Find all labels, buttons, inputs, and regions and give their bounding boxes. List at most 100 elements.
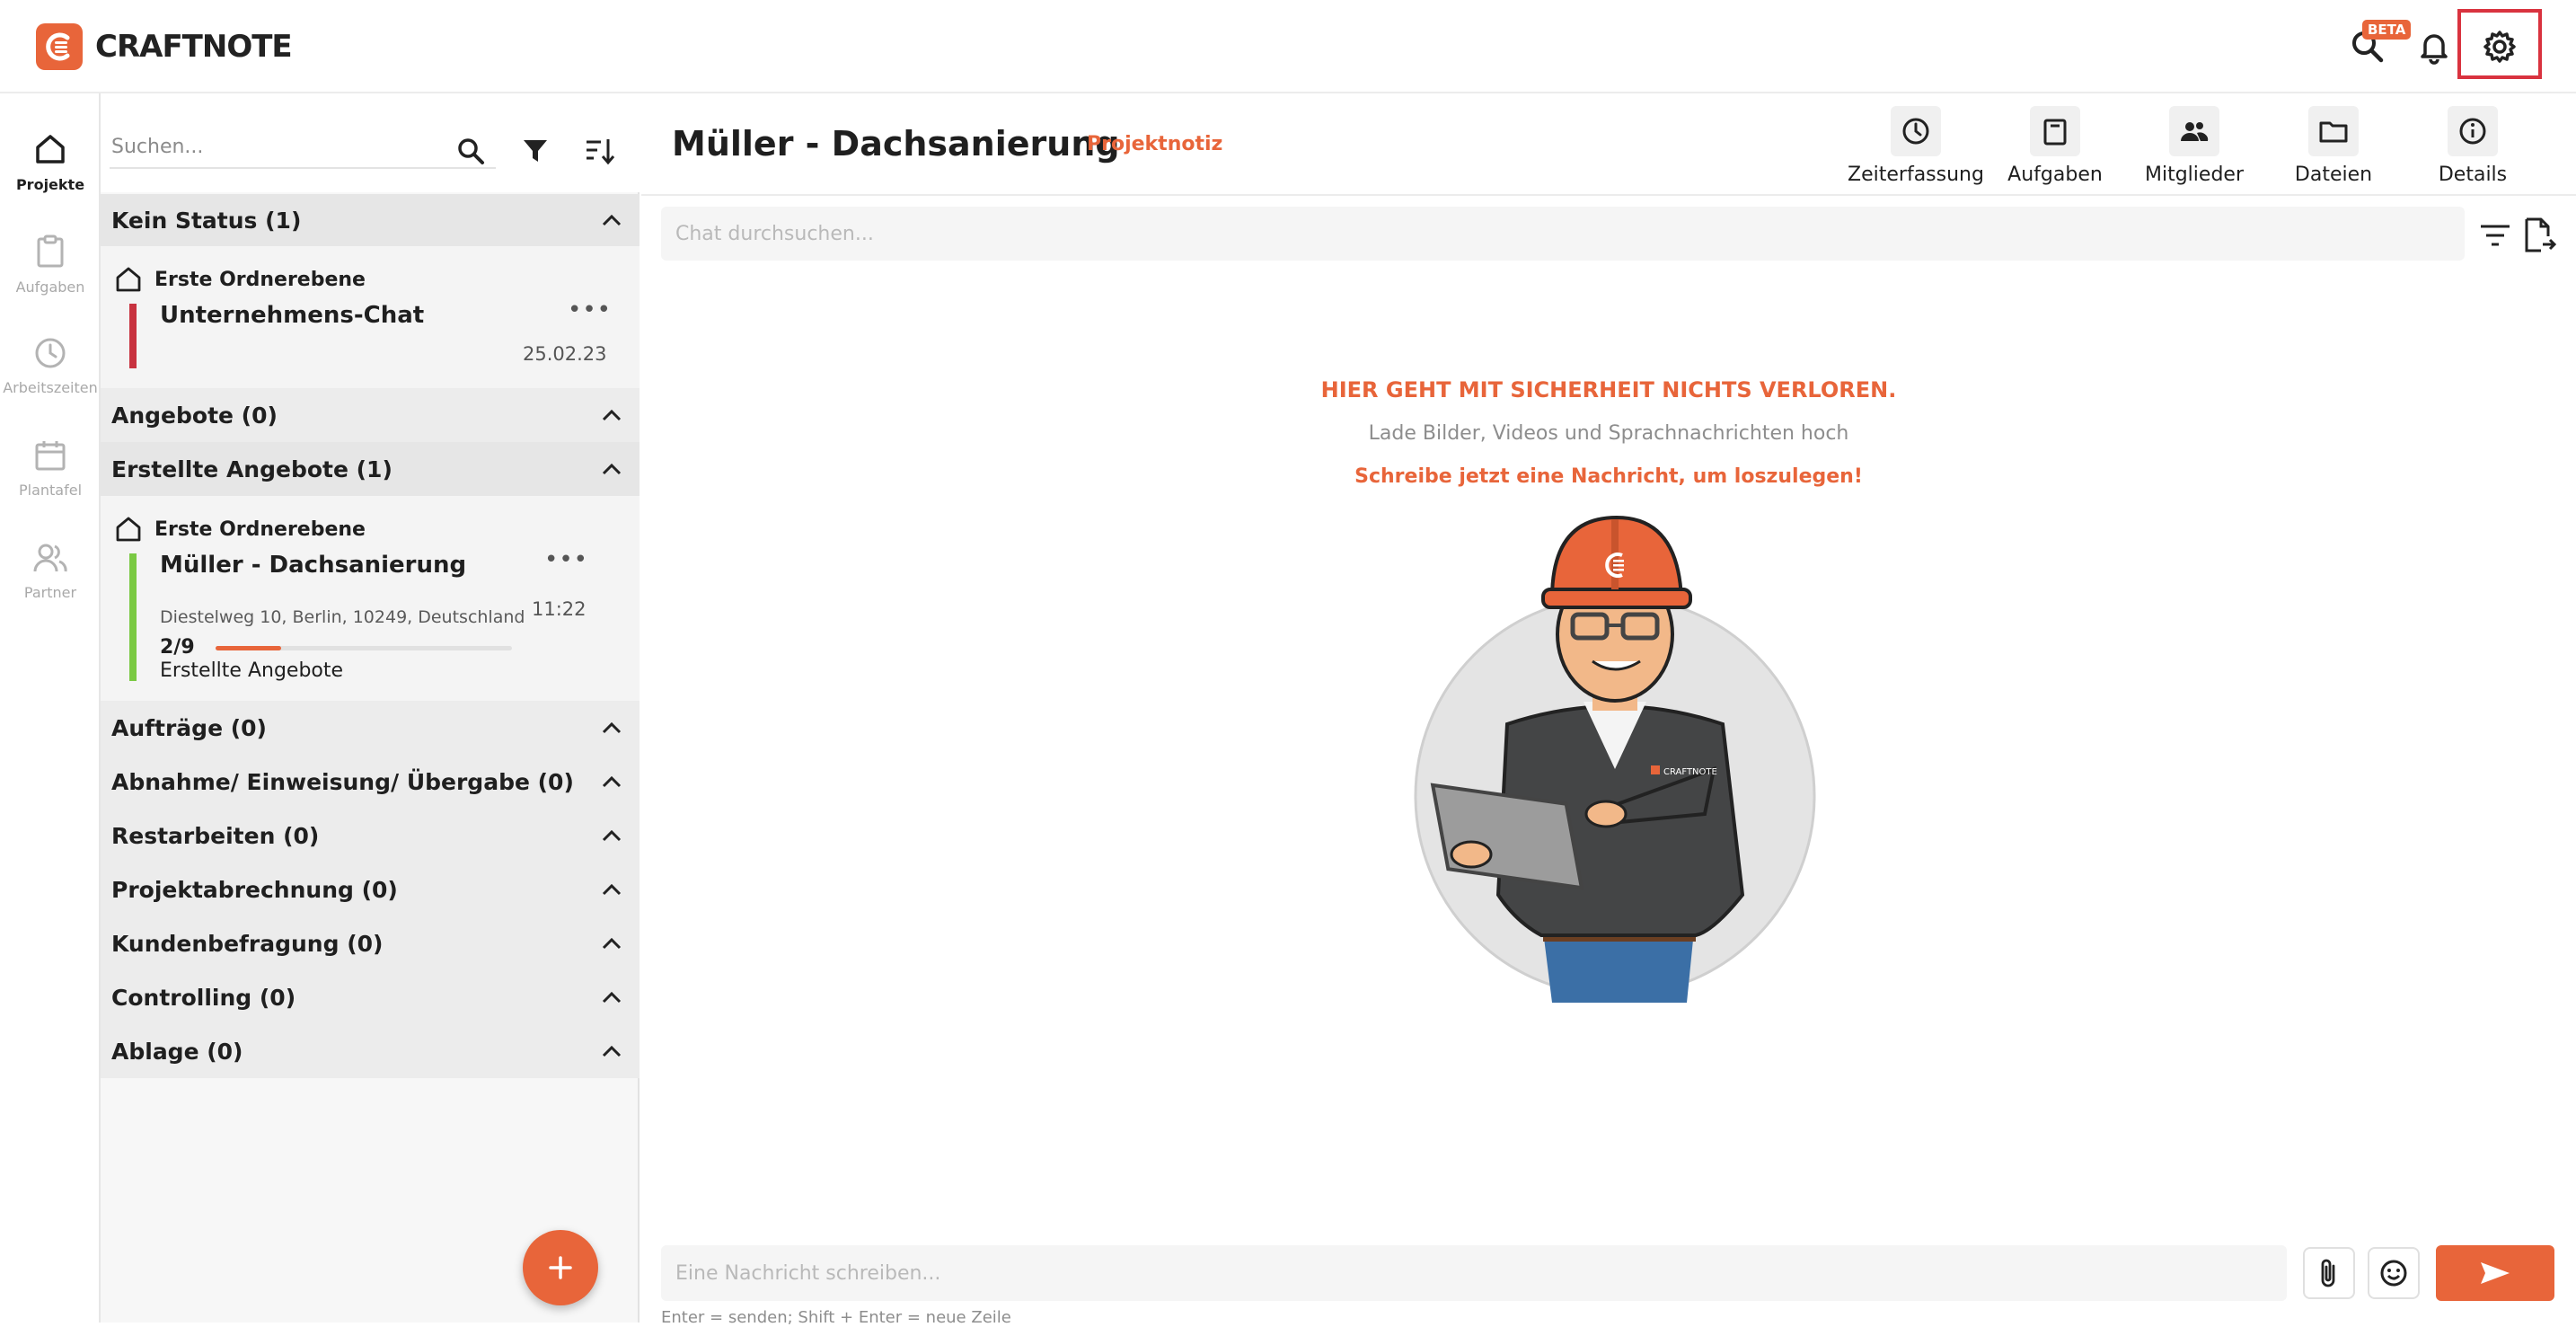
list-search-button[interactable]	[453, 133, 489, 169]
folder-icon	[2319, 121, 2348, 143]
group-ablage[interactable]: Ablage (0)	[101, 1024, 640, 1078]
chat-export-button[interactable]	[2520, 216, 2560, 255]
group-title: Erstellte Angebote (1)	[111, 456, 393, 482]
message-input[interactable]	[661, 1245, 2287, 1301]
project-progress-fill	[216, 646, 281, 650]
search-icon	[458, 138, 484, 164]
beta-badge: BETA	[2362, 20, 2412, 40]
sort-icon	[587, 139, 615, 165]
chevron-up-icon	[602, 409, 622, 421]
folder-line: Erste Ordnerebene	[115, 516, 366, 543]
chevron-up-icon	[602, 991, 622, 1004]
clock-icon	[1902, 118, 1929, 145]
top-bar: CRAFTNOTE BETA	[0, 0, 2576, 93]
craftsman-mascot-illustration: CRAFTNOTE	[1414, 515, 1816, 1003]
project-date: 25.02.23	[523, 343, 607, 365]
group-restarbeiten[interactable]: Restarbeiten (0)	[101, 809, 640, 863]
project-time: 11:22	[532, 598, 587, 620]
tool-details[interactable]: Details	[2401, 106, 2545, 186]
folder-line: Erste Ordnerebene	[115, 266, 366, 293]
group-auftraege[interactable]: Aufträge (0)	[101, 701, 640, 755]
tool-label: Details	[2438, 164, 2508, 186]
empty-state-subtitle: Lade Bilder, Videos und Sprachnachrichte…	[1368, 422, 1849, 445]
settings-highlight-frame	[2457, 9, 2542, 79]
send-hint: Enter = senden; Shift + Enter = neue Zei…	[661, 1308, 1011, 1327]
tool-icon-box	[1891, 106, 1941, 156]
list-filter-button[interactable]	[517, 133, 553, 169]
folder-name: Erste Ordnerebene	[154, 268, 366, 291]
chevron-up-icon	[602, 775, 622, 788]
tool-label: Mitglieder	[2145, 164, 2244, 186]
emoji-button[interactable]	[2368, 1247, 2420, 1299]
tool-label: Zeiterfassung	[1848, 164, 1984, 186]
tool-dateien[interactable]: Dateien	[2262, 106, 2405, 186]
project-title: Müller - Dachsanierung	[160, 552, 467, 579]
chat-search-input[interactable]	[661, 207, 2465, 261]
filter-icon	[524, 140, 547, 162]
project-card-mueller-dachsanierung[interactable]: Erste Ordnerebene Müller - Dachsanierung…	[101, 496, 640, 701]
project-address: Diestelweg 10, Berlin, 10249, Deutschlan…	[160, 607, 525, 627]
paperclip-icon	[2321, 1259, 2335, 1287]
group-angebote[interactable]: Angebote (0)	[101, 388, 640, 442]
group-kundenbefragung[interactable]: Kundenbefragung (0)	[101, 916, 640, 970]
group-controlling[interactable]: Controlling (0)	[101, 970, 640, 1024]
project-task-count: 2/9	[160, 636, 195, 659]
info-icon	[2459, 118, 2486, 145]
add-project-button[interactable]	[523, 1230, 598, 1305]
plus-icon	[549, 1256, 572, 1279]
tool-label: Aufgaben	[2007, 164, 2103, 186]
nav-plantafel[interactable]: Plantafel	[0, 438, 101, 525]
project-search-input[interactable]	[110, 126, 496, 169]
chat-filter-button[interactable]	[2475, 216, 2515, 255]
empty-state-headline: HIER GEHT MIT SICHERHEIT NICHTS VERLOREN…	[1320, 377, 1897, 403]
group-abnahme[interactable]: Abnahme/ Einweisung/ Übergabe (0)	[101, 755, 640, 809]
tool-icon-box	[2169, 106, 2219, 156]
chevron-up-icon	[602, 1045, 622, 1057]
tool-icon-box	[2030, 106, 2080, 156]
nav-label: Partner	[23, 584, 77, 601]
calendar-icon	[35, 441, 66, 471]
nav-label: Arbeitszeiten	[3, 379, 98, 396]
group-title: Ablage (0)	[111, 1038, 243, 1065]
status-bar	[129, 553, 137, 681]
project-menu-button[interactable]: •••	[568, 296, 612, 323]
group-title: Restarbeiten (0)	[111, 822, 320, 849]
filter-lines-icon	[2481, 225, 2510, 246]
project-note-link[interactable]: Projektnotiz	[1087, 133, 1222, 155]
empty-state-cta: Schreibe jetzt eine Nachricht, um loszul…	[1354, 465, 1863, 488]
chevron-up-icon	[602, 214, 622, 226]
group-erstellte-angebote[interactable]: Erstellte Angebote (1)	[101, 442, 640, 496]
project-list-panel: Kein Status (1) Erste Ordnerebene Untern…	[101, 93, 640, 1323]
notifications-button[interactable]	[2407, 20, 2461, 74]
craftnote-logo[interactable]: CRAFTNOTE	[36, 23, 293, 70]
file-export-icon	[2525, 217, 2557, 252]
tool-aufgaben[interactable]: Aufgaben	[1983, 106, 2127, 186]
chat-panel: Müller - Dachsanierung Projektnotiz Zeit…	[641, 93, 2576, 1327]
tool-zeiterfassung[interactable]: Zeiterfassung	[1844, 106, 1988, 186]
tool-mitglieder[interactable]: Mitglieder	[2122, 106, 2266, 186]
group-title: Aufträge (0)	[111, 714, 267, 741]
nav-aufgaben[interactable]: Aufgaben	[0, 234, 101, 320]
chevron-up-icon	[602, 463, 622, 475]
project-card-unternehmens-chat[interactable]: Erste Ordnerebene Unternehmens-Chat ••• …	[101, 246, 640, 388]
group-title: Kundenbefragung (0)	[111, 930, 384, 957]
nav-arbeitszeiten[interactable]: Arbeitszeiten	[0, 336, 101, 422]
group-title: Abnahme/ Einweisung/ Übergabe (0)	[111, 768, 574, 795]
main-nav-rail: Projekte Aufgaben Arbeitszeiten Plantafe…	[0, 93, 101, 1323]
chat-title: Müller - Dachsanierung	[672, 124, 1120, 164]
attach-button[interactable]	[2303, 1247, 2355, 1299]
status-bar	[129, 304, 137, 368]
mascot-shirt-logo: CRAFTNOTE	[1663, 767, 1717, 777]
nav-partner[interactable]: Partner	[0, 541, 101, 627]
group-projektabrechnung[interactable]: Projektabrechnung (0)	[101, 863, 640, 916]
send-button[interactable]	[2436, 1245, 2554, 1301]
nav-projekte[interactable]: Projekte	[0, 131, 101, 217]
list-sort-button[interactable]	[582, 133, 618, 169]
tool-icon-box	[2448, 106, 2498, 156]
clipboard-icon	[37, 234, 64, 268]
home-icon	[36, 135, 65, 164]
group-kein-status[interactable]: Kein Status (1)	[101, 194, 640, 246]
logo-text: CRAFTNOTE	[95, 29, 293, 65]
project-menu-button[interactable]: •••	[544, 546, 588, 573]
tool-icon-box	[2308, 106, 2359, 156]
